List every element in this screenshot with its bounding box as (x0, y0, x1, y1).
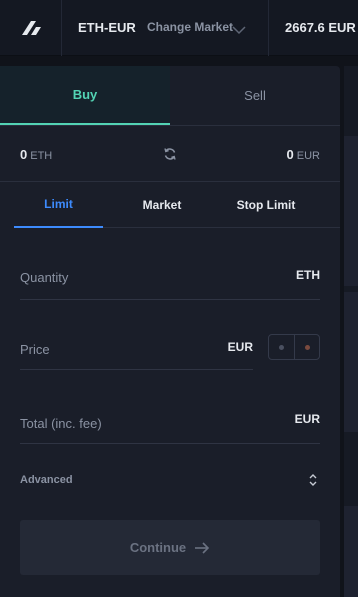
balance-currency: EUR (296, 150, 320, 162)
price-field[interactable]: Price EUR (20, 324, 253, 370)
balance-eur: 0 EUR (287, 147, 320, 162)
dot-icon (279, 344, 284, 350)
order-form-panel: Buy Sell 0 ETH 0 EUR Limit Market Stop Lim… (0, 66, 340, 597)
tab-sell[interactable]: Sell (170, 66, 340, 125)
divider (268, 0, 269, 56)
change-market-button[interactable]: Change Market (147, 20, 233, 34)
refresh-icon[interactable] (163, 147, 177, 166)
balances-row: 0 ETH 0 EUR (0, 126, 340, 182)
total-label: Total (inc. fee) (20, 416, 102, 431)
sort-toggle-icon[interactable] (308, 472, 318, 493)
market-symbol: ETH-EUR (78, 20, 136, 35)
total-field[interactable]: Total (inc. fee) EUR (20, 398, 320, 444)
price-unit: EUR (227, 340, 253, 354)
adjacent-panel-block (344, 506, 358, 597)
price-preset-right[interactable] (295, 335, 320, 359)
tab-limit[interactable]: Limit (14, 182, 103, 228)
adjacent-panel-block (344, 136, 358, 286)
tab-buy[interactable]: Buy (0, 66, 170, 125)
continue-button[interactable]: Continue (20, 520, 320, 575)
advanced-toggle[interactable]: Advanced (20, 470, 320, 490)
balance-amount: 0 (20, 147, 28, 162)
adjacent-panel (344, 66, 358, 597)
total-unit: EUR (294, 412, 320, 426)
exchange-logo-icon[interactable] (0, 0, 62, 56)
order-type-tabs: Limit Market Stop Limit (14, 182, 340, 228)
price-preset-toggle[interactable] (268, 334, 320, 360)
quantity-label: Quantity (20, 270, 69, 285)
last-price: 2667.6 EUR (285, 20, 356, 35)
price-label: Price (20, 342, 50, 357)
adjacent-panel-block (344, 292, 358, 432)
arrow-right-icon (194, 541, 210, 554)
quantity-unit: ETH (296, 268, 320, 282)
advanced-label: Advanced (20, 474, 73, 486)
dot-icon (305, 344, 310, 350)
tab-market[interactable]: Market (112, 182, 212, 228)
price-preset-left[interactable] (269, 335, 294, 359)
balance-amount: 0 (286, 147, 294, 162)
balance-currency: ETH (30, 150, 53, 162)
tab-stop-limit[interactable]: Stop Limit (214, 182, 318, 228)
balance-eth: 0 ETH (20, 147, 52, 162)
top-bar: ETH-EUR Change Market 2667.6 EUR (0, 0, 358, 56)
chevron-down-icon[interactable] (232, 22, 246, 40)
side-tabs: Buy Sell (0, 66, 340, 126)
quantity-field[interactable]: Quantity ETH (20, 254, 320, 300)
continue-label: Continue (129, 540, 187, 555)
